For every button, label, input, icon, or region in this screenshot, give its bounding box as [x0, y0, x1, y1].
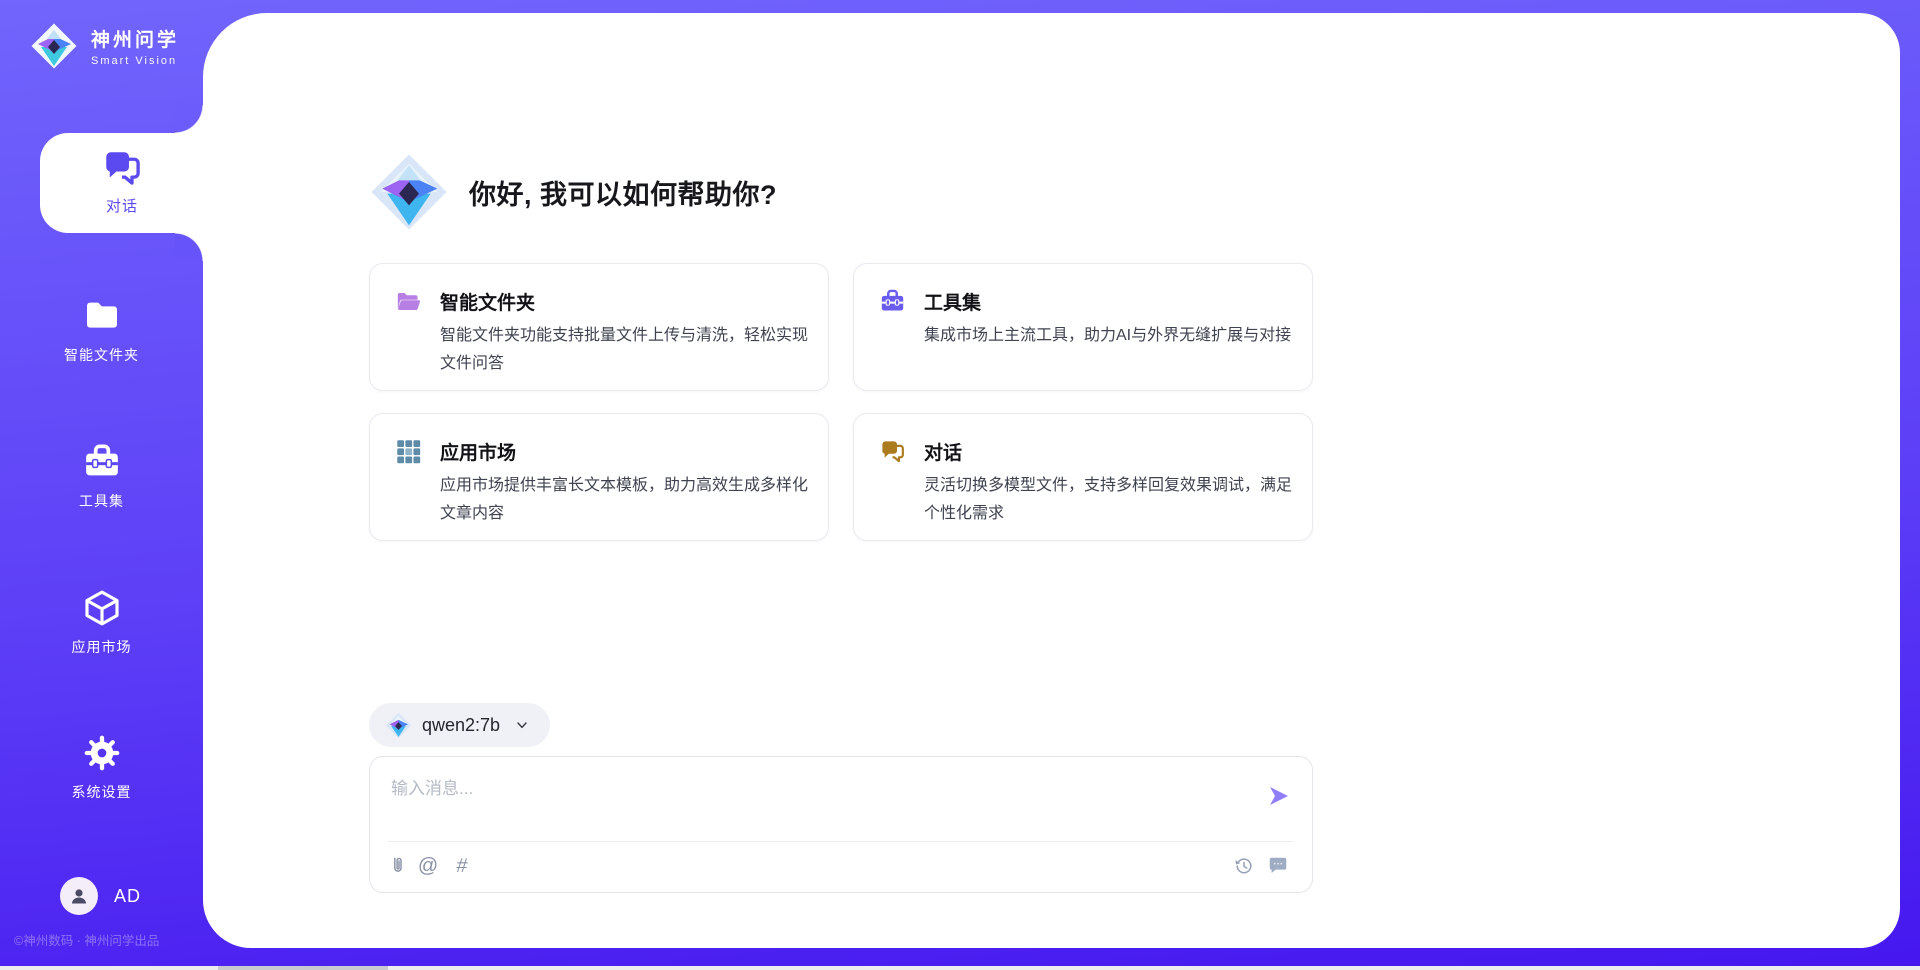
- card-description: 应用市场提供丰富长文本模板，助力高效生成多样化文章内容: [440, 472, 808, 528]
- toolbox-icon: [82, 442, 122, 482]
- hashtag-glyph: #: [455, 855, 469, 878]
- sidebar-item-app-market[interactable]: 应用市场: [0, 588, 203, 657]
- person-icon: [67, 884, 91, 908]
- app-title: 神州问学: [91, 25, 179, 52]
- card-chat[interactable]: 对话 灵活切换多模型文件，支持多样回复效果调试，满足个性化需求: [853, 413, 1313, 541]
- card-title: 智能文件夹: [440, 288, 535, 315]
- gear-icon: [82, 733, 122, 773]
- sidebar-item-toolset[interactable]: 工具集: [0, 442, 203, 511]
- sidebar-item-smart-folder[interactable]: 智能文件夹: [0, 296, 203, 365]
- brand-logo: 神州问学 Smart Vision: [30, 22, 179, 70]
- greeting-row: 你好, 我可以如何帮助你?: [369, 152, 777, 232]
- send-icon[interactable]: [1266, 783, 1290, 807]
- chevron-down-icon: [514, 717, 530, 733]
- avatar: [60, 877, 98, 915]
- tab-curve-top: [175, 105, 203, 133]
- mention-glyph: @: [418, 855, 438, 878]
- sidebar-item-settings[interactable]: 系统设置: [0, 733, 203, 802]
- copyright-text: ©神州数码 · 神州问学出品: [14, 930, 204, 949]
- sidebar-item-label: 系统设置: [0, 782, 203, 802]
- tab-curve-bottom: [175, 233, 203, 261]
- chat-bubbles-icon: [101, 147, 143, 189]
- card-title: 工具集: [924, 288, 981, 315]
- cube-icon: [82, 588, 122, 628]
- card-description: 智能文件夹功能支持批量文件上传与清洗，轻松实现文件问答: [440, 322, 808, 378]
- card-title: 应用市场: [440, 438, 516, 465]
- sidebar-item-label: 应用市场: [0, 637, 203, 657]
- grid-icon: [395, 438, 422, 465]
- sidebar-item-label: 工具集: [0, 491, 203, 511]
- card-description: 灵活切换多模型文件，支持多样回复效果调试，满足个性化需求: [924, 472, 1292, 528]
- feature-cards: 智能文件夹 智能文件夹功能支持批量文件上传与清洗，轻松实现文件问答 工具集 集成…: [369, 263, 1313, 541]
- greeting-text: 你好, 我可以如何帮助你?: [469, 173, 777, 212]
- model-name: qwen2:7b: [422, 715, 500, 736]
- message-input[interactable]: 输入消息...: [391, 774, 473, 799]
- mention-icon[interactable]: @: [416, 854, 440, 878]
- user-account[interactable]: AD: [60, 877, 141, 915]
- assistant-logo-icon: [369, 152, 449, 232]
- sidebar-item-label: 对话: [40, 195, 204, 216]
- app-window: 神州问学 Smart Vision 对话 智能文件夹 工具集: [0, 0, 1920, 970]
- folder-icon: [82, 296, 122, 336]
- hashtag-icon[interactable]: #: [449, 854, 476, 878]
- attachment-icon[interactable]: [386, 854, 410, 878]
- model-logo-diamond-icon: [385, 712, 412, 739]
- folder-open-icon: [395, 288, 422, 315]
- card-title: 对话: [924, 438, 962, 465]
- composer-divider: [388, 841, 1294, 842]
- history-icon[interactable]: [1232, 854, 1256, 878]
- sidebar-item-label: 智能文件夹: [0, 345, 203, 365]
- chat-bubbles-icon: [879, 438, 906, 465]
- app-subtitle: Smart Vision: [91, 55, 179, 67]
- model-selector[interactable]: qwen2:7b: [369, 703, 550, 747]
- bottom-edge-scroll-segment: [218, 966, 388, 970]
- sidebar-item-chat[interactable]: 对话: [40, 133, 204, 233]
- card-smart-folder[interactable]: 智能文件夹 智能文件夹功能支持批量文件上传与清洗，轻松实现文件问答: [369, 263, 829, 391]
- message-composer[interactable]: 输入消息... @ #: [369, 756, 1313, 893]
- card-toolset[interactable]: 工具集 集成市场上主流工具，助力AI与外界无缝扩展与对接: [853, 263, 1313, 391]
- user-name: AD: [114, 886, 141, 907]
- card-app-market[interactable]: 应用市场 应用市场提供丰富长文本模板，助力高效生成多样化文章内容: [369, 413, 829, 541]
- card-description: 集成市场上主流工具，助力AI与外界无缝扩展与对接: [924, 322, 1292, 350]
- briefcase-icon: [879, 288, 906, 315]
- brand-diamond-icon: [30, 22, 78, 70]
- comment-icon[interactable]: [1266, 854, 1290, 878]
